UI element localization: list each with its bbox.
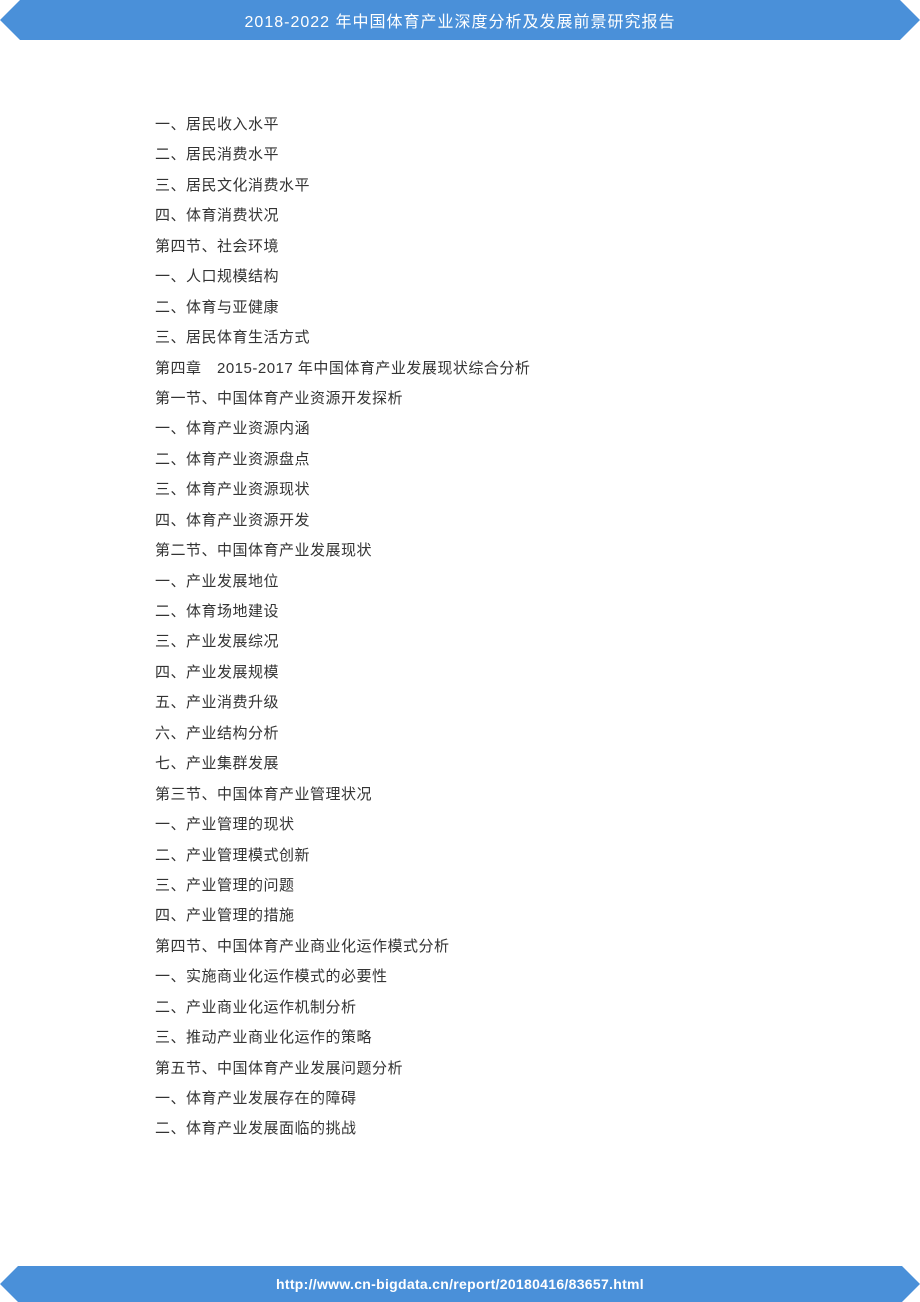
toc-line: 一、体育产业发展存在的障碍	[155, 1084, 800, 1114]
toc-line: 三、推动产业商业化运作的策略	[155, 1023, 800, 1053]
toc-line: 七、产业集群发展	[155, 749, 800, 779]
toc-line: 第二节、中国体育产业发展现状	[155, 536, 800, 566]
toc-line: 三、居民体育生活方式	[155, 323, 800, 353]
toc-line: 一、产业管理的现状	[155, 810, 800, 840]
toc-line: 二、体育场地建设	[155, 597, 800, 627]
toc-line: 一、实施商业化运作模式的必要性	[155, 962, 800, 992]
toc-line: 一、居民收入水平	[155, 110, 800, 140]
toc-line: 二、产业管理模式创新	[155, 841, 800, 871]
toc-line: 二、居民消费水平	[155, 140, 800, 170]
toc-line: 二、体育产业发展面临的挑战	[155, 1114, 800, 1144]
toc-line: 第四节、中国体育产业商业化运作模式分析	[155, 932, 800, 962]
toc-line: 四、产业发展规模	[155, 658, 800, 688]
toc-line: 五、产业消费升级	[155, 688, 800, 718]
toc-line: 二、体育与亚健康	[155, 293, 800, 323]
footer-banner: http://www.cn-bigdata.cn/report/20180416…	[0, 1266, 920, 1302]
toc-line: 第四节、社会环境	[155, 232, 800, 262]
toc-line: 二、体育产业资源盘点	[155, 445, 800, 475]
toc-line: 三、体育产业资源现状	[155, 475, 800, 505]
toc-line: 第四章 2015-2017 年中国体育产业发展现状综合分析	[155, 354, 800, 384]
toc-line: 一、人口规模结构	[155, 262, 800, 292]
header-title: 2018-2022 年中国体育产业深度分析及发展前景研究报告	[245, 8, 676, 32]
toc-line: 四、产业管理的措施	[155, 901, 800, 931]
toc-line: 四、体育产业资源开发	[155, 506, 800, 536]
toc-line: 六、产业结构分析	[155, 719, 800, 749]
toc-line: 第一节、中国体育产业资源开发探析	[155, 384, 800, 414]
header-banner: 2018-2022 年中国体育产业深度分析及发展前景研究报告	[0, 0, 920, 40]
toc-line: 第五节、中国体育产业发展问题分析	[155, 1054, 800, 1084]
toc-line: 三、产业发展综况	[155, 627, 800, 657]
toc-line: 四、体育消费状况	[155, 201, 800, 231]
content-area: 一、居民收入水平 二、居民消费水平 三、居民文化消费水平 四、体育消费状况 第四…	[0, 40, 920, 1165]
toc-line: 一、产业发展地位	[155, 567, 800, 597]
toc-line: 第三节、中国体育产业管理状况	[155, 780, 800, 810]
toc-line: 二、产业商业化运作机制分析	[155, 993, 800, 1023]
toc-line: 一、体育产业资源内涵	[155, 414, 800, 444]
toc-line: 三、居民文化消费水平	[155, 171, 800, 201]
toc-line: 三、产业管理的问题	[155, 871, 800, 901]
footer-url: http://www.cn-bigdata.cn/report/20180416…	[276, 1276, 644, 1292]
